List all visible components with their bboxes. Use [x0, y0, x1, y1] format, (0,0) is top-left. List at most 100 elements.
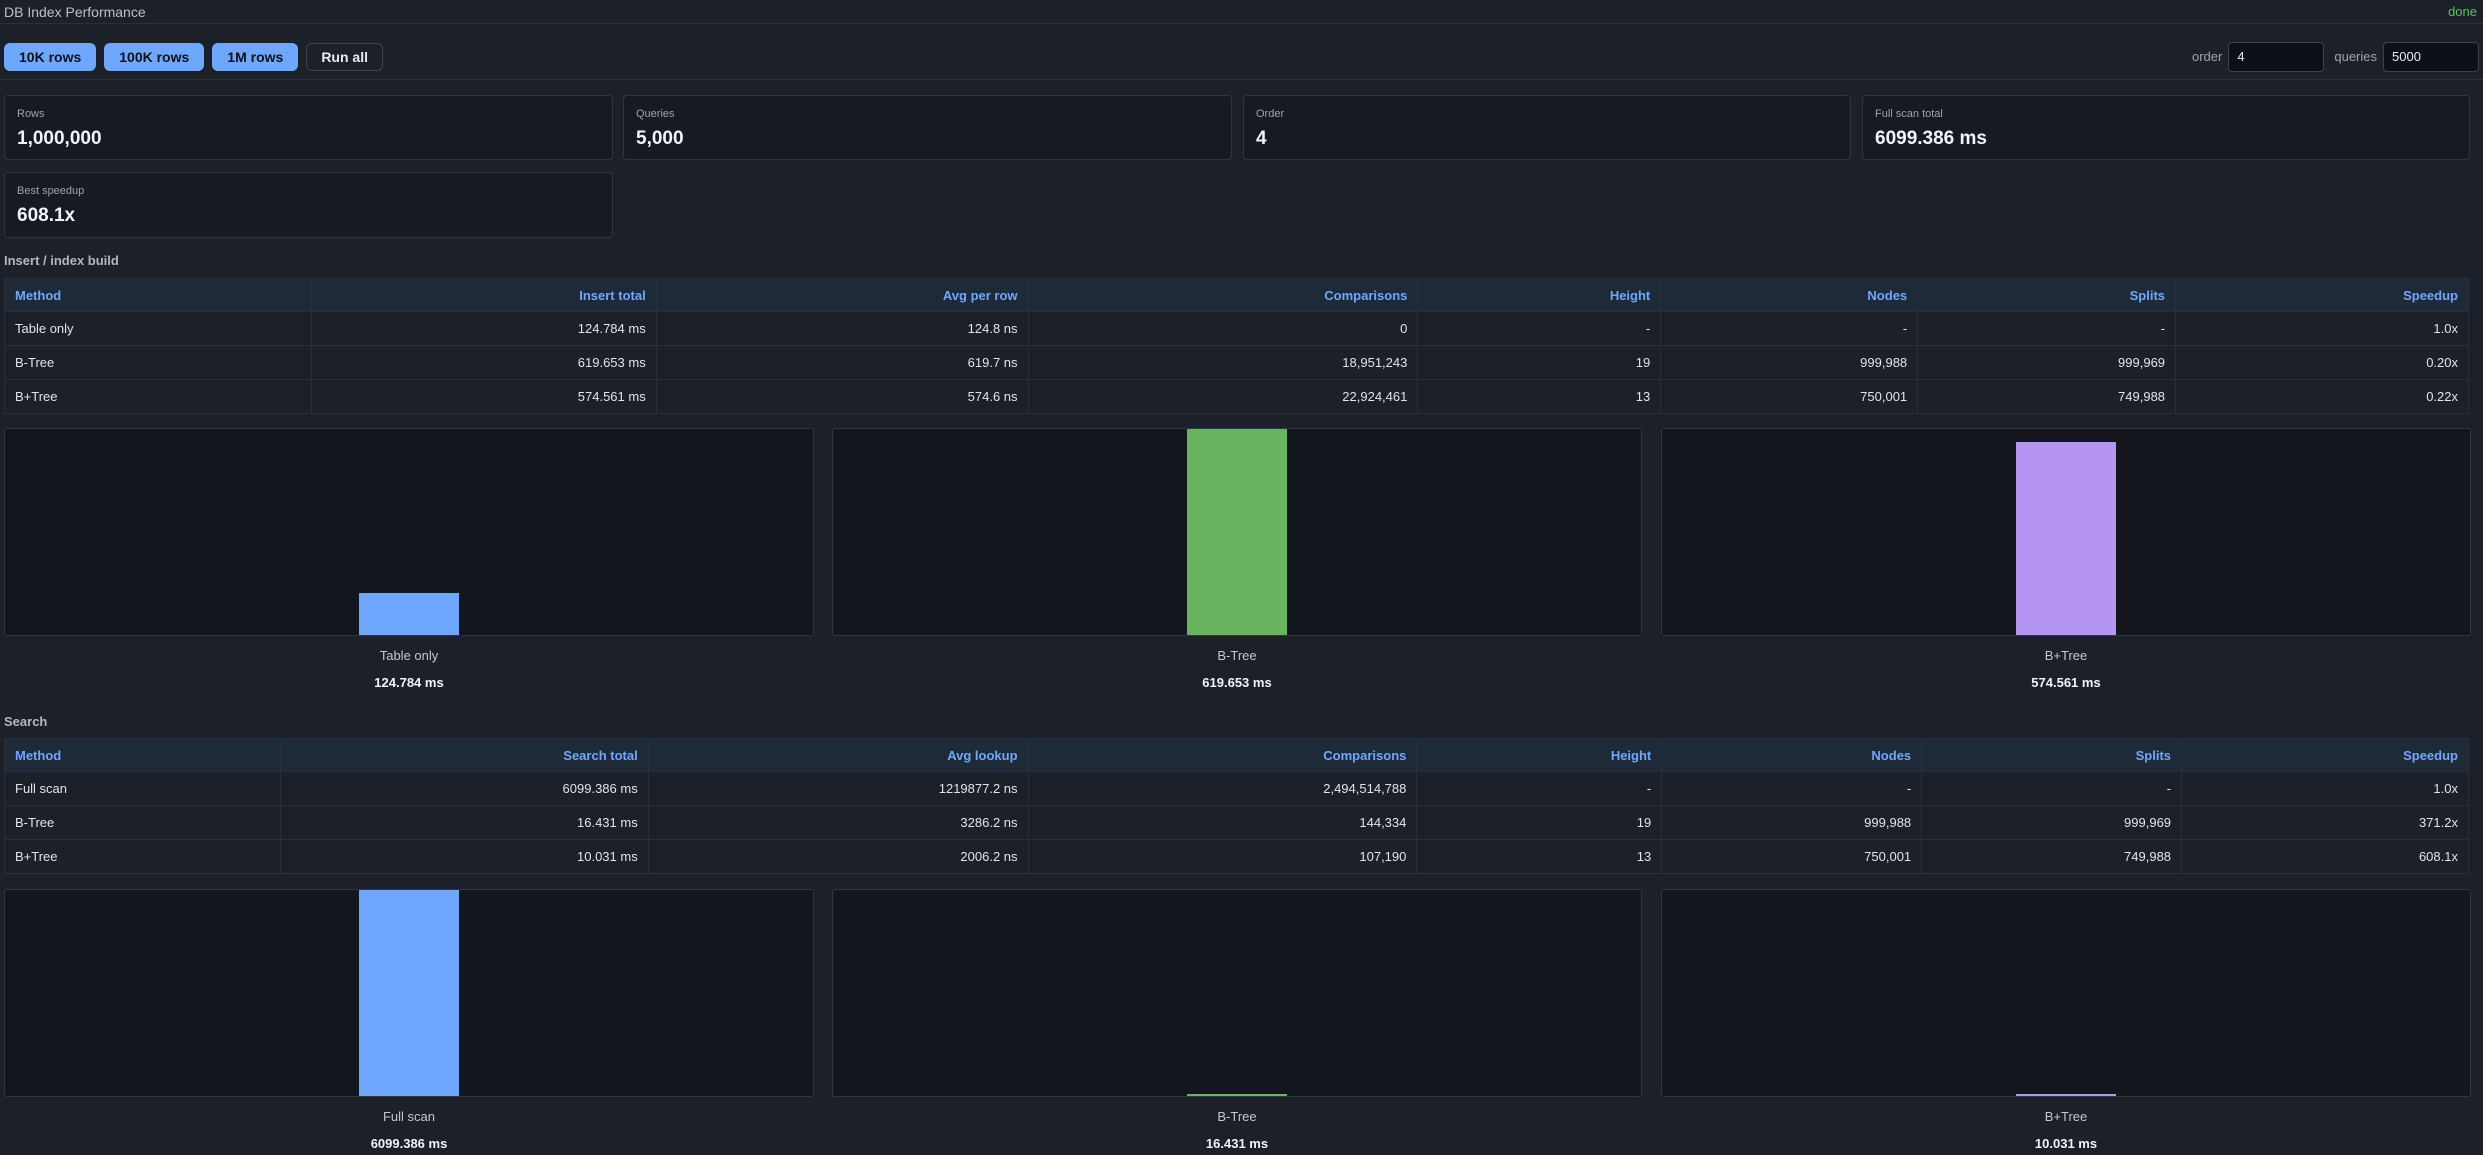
chart-category-label: Full scan [382, 1109, 436, 1124]
table-row: B+Tree 574.561 ms 574.6 ns 22,924,461 13… [4, 379, 2469, 414]
table-cell: 6099.386 ms [279, 771, 649, 806]
table-cell: 749,988 [1921, 839, 2183, 874]
stat-card-order: Order 4 [1243, 95, 1851, 160]
table-cell: 999,969 [1917, 345, 2177, 380]
chart-bar [359, 593, 459, 635]
order-param: order [2192, 41, 2325, 72]
insert-chart-table-only [4, 428, 814, 636]
table-cell: 3286.2 ns [647, 805, 1029, 840]
toolbar: 10K rows 100K rows 1M rows Run all order… [0, 34, 2483, 80]
column-header[interactable]: Method [4, 278, 312, 312]
table-cell: - [1416, 771, 1663, 806]
table-row: B-Tree 16.431 ms 3286.2 ns 144,334 19 99… [4, 805, 2469, 840]
column-header[interactable]: Comparisons [1027, 738, 1418, 772]
order-label: order [2192, 49, 2223, 64]
insert-chart-b-tree [832, 428, 1642, 636]
table-cell: 18,951,243 [1027, 345, 1419, 380]
insert-section-title: Insert / index build [4, 253, 119, 268]
table-cell: Full scan [4, 771, 281, 806]
table-cell: 19 [1417, 345, 1662, 380]
column-header[interactable]: Splits [1917, 278, 2177, 312]
column-header[interactable]: Nodes [1661, 738, 1923, 772]
table-row: Table only 124.784 ms 124.8 ns 0 - - - 1… [4, 311, 2469, 346]
table-cell: 19 [1416, 805, 1663, 840]
table-cell: 13 [1416, 839, 1663, 874]
table-cell: 371.2x [2181, 805, 2469, 840]
table-cell: 0 [1027, 311, 1419, 346]
table-cell: 2,494,514,788 [1027, 771, 1418, 806]
table-cell: - [1917, 311, 2177, 346]
column-header[interactable]: Avg lookup [647, 738, 1029, 772]
column-header[interactable]: Height [1416, 738, 1663, 772]
search-section-title: Search [4, 714, 48, 729]
chart-data-label: 124.784 ms [374, 675, 444, 690]
table-cell: B+Tree [4, 839, 281, 874]
table-cell: 574.6 ns [655, 379, 1029, 414]
stat-value: 608.1x [17, 205, 76, 226]
chart-data-label: 574.561 ms [2031, 675, 2101, 690]
title-bar: DB Index Performance done [0, 0, 2483, 24]
10k-rows-button[interactable]: 10K rows [4, 42, 97, 71]
chart-data-label: 10.031 ms [2034, 1136, 2098, 1151]
order-input[interactable] [2228, 41, 2325, 72]
insert-table: Method Insert total Avg per row Comparis… [4, 278, 2469, 414]
column-header[interactable]: Nodes [1660, 278, 1919, 312]
table-cell: 1.0x [2181, 771, 2469, 806]
run-all-button[interactable]: Run all [306, 42, 383, 71]
table-cell: 1219877.2 ns [647, 771, 1029, 806]
stat-label: Best speedup [17, 185, 85, 197]
search-chart-b-plus-tree [1661, 889, 2471, 1097]
table-row: B+Tree 10.031 ms 2006.2 ns 107,190 13 75… [4, 839, 2469, 874]
table-cell: 107,190 [1027, 839, 1418, 874]
queries-param: queries [2334, 41, 2479, 72]
chart-bar [1187, 429, 1287, 635]
table-cell: 13 [1417, 379, 1662, 414]
column-header[interactable]: Insert total [310, 278, 657, 312]
stat-label: Order [1256, 108, 1285, 120]
chart-bar [2016, 1094, 2116, 1096]
chart-category-label: B+Tree [2044, 648, 2088, 663]
search-chart-b-tree [832, 889, 1642, 1097]
table-cell: - [1660, 311, 1919, 346]
stat-card-best-speedup: Best speedup 608.1x [4, 172, 613, 238]
table-cell: - [1661, 771, 1923, 806]
stat-card-full-scan-total: Full scan total 6099.386 ms [1862, 95, 2470, 160]
chart-category-label: B+Tree [2044, 1109, 2088, 1124]
column-header[interactable]: Splits [1921, 738, 2183, 772]
table-cell: 619.7 ns [655, 345, 1029, 380]
table-cell: 22,924,461 [1027, 379, 1419, 414]
queries-input[interactable] [2383, 41, 2479, 72]
table-cell: 124.8 ns [655, 311, 1029, 346]
column-header[interactable]: Search total [279, 738, 649, 772]
insert-chart-b-plus-tree [1661, 428, 2471, 636]
queries-label: queries [2334, 49, 2377, 64]
table-cell: 999,988 [1660, 345, 1919, 380]
table-cell: 750,001 [1661, 839, 1923, 874]
column-header[interactable]: Comparisons [1027, 278, 1419, 312]
table-cell: B-Tree [4, 805, 281, 840]
search-chart-full-scan [4, 889, 814, 1097]
column-header[interactable]: Speedup [2175, 278, 2469, 312]
1m-rows-button[interactable]: 1M rows [212, 42, 299, 71]
stat-value: 1,000,000 [17, 128, 102, 149]
stat-value: 5,000 [636, 128, 684, 149]
chart-bar [359, 890, 459, 1096]
table-cell: - [1921, 771, 2183, 806]
table-cell: 574.561 ms [310, 379, 657, 414]
100k-rows-button[interactable]: 100K rows [104, 42, 205, 71]
table-header-row: Method Search total Avg lookup Compariso… [4, 738, 2469, 772]
table-header-row: Method Insert total Avg per row Comparis… [4, 278, 2469, 312]
table-cell: 2006.2 ns [647, 839, 1029, 874]
stat-card-rows: Rows 1,000,000 [4, 95, 613, 160]
column-header[interactable]: Height [1417, 278, 1662, 312]
chart-data-label: 6099.386 ms [370, 1136, 448, 1151]
stat-label: Rows [17, 108, 45, 120]
table-cell: 124.784 ms [310, 311, 657, 346]
table-cell: 749,988 [1917, 379, 2177, 414]
stat-label: Full scan total [1875, 108, 1943, 120]
table-cell: 0.20x [2175, 345, 2469, 380]
column-header[interactable]: Speedup [2181, 738, 2469, 772]
column-header[interactable]: Avg per row [655, 278, 1029, 312]
status-text: done [2448, 4, 2477, 19]
column-header[interactable]: Method [4, 738, 281, 772]
